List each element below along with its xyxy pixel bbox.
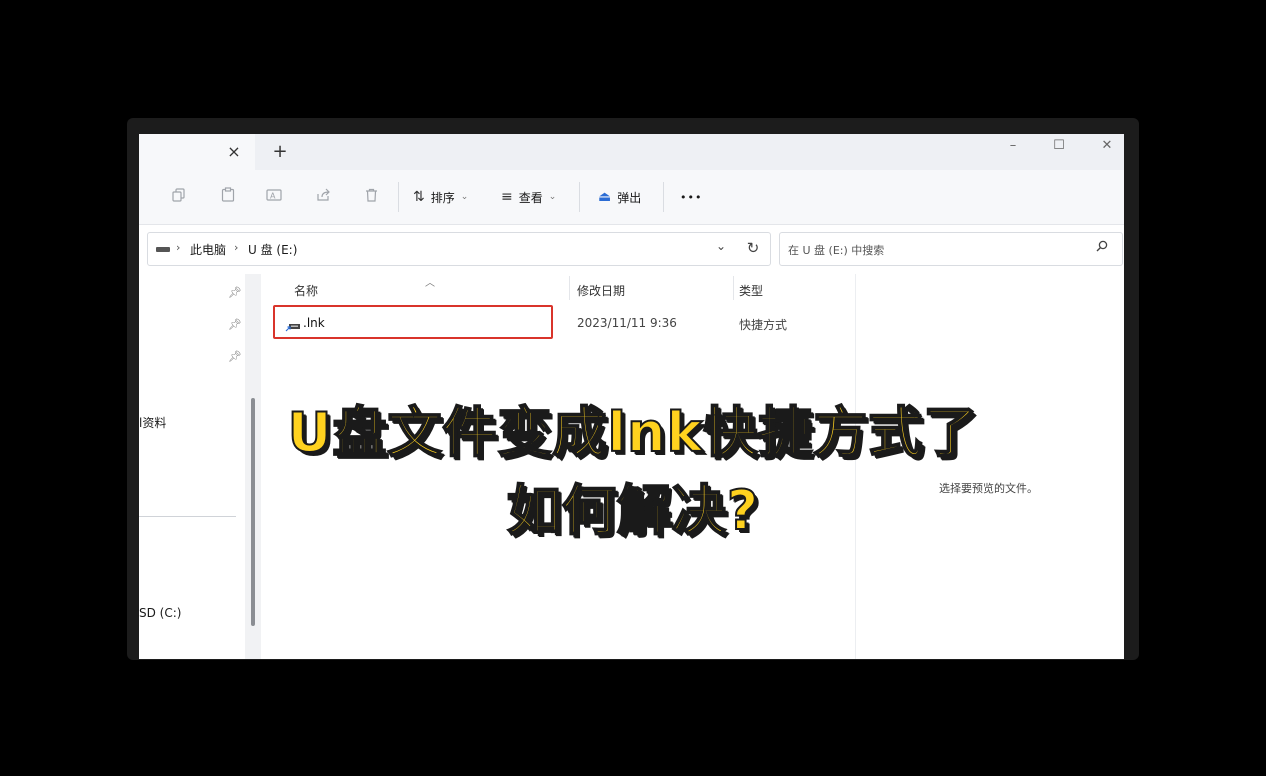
sort-icon: ⇅ [413, 189, 425, 205]
chevron-down-icon: ⌄ [548, 192, 557, 202]
nav-item-drive-c[interactable]: SD (C:) [139, 606, 181, 620]
new-tab-icon[interactable]: + [271, 143, 289, 161]
caption-line-1: U盘文件变成lnk快捷方式了 [287, 400, 979, 465]
highlight-box [273, 305, 553, 339]
pin-icon[interactable]: 📌︎ [228, 350, 242, 363]
command-bar: A ⇅ 排序 ⌄ ≡ 查看 ⌄ ⏏ 弹出 ••• [139, 170, 1124, 225]
more-options-button[interactable]: ••• [680, 184, 702, 210]
file-date: 2023/11/11 9:36 [577, 316, 677, 330]
paste-icon[interactable] [217, 186, 239, 208]
view-button[interactable]: ≡ 查看 ⌄ [501, 184, 556, 210]
caption-line-2: 如何解决? [506, 478, 760, 543]
column-divider [733, 276, 734, 300]
toolbar-divider [663, 182, 664, 212]
breadcrumb-this-pc[interactable]: 此电脑 [190, 241, 226, 258]
chevron-down-icon: ⌄ [460, 192, 469, 202]
drive-icon [156, 247, 170, 252]
svg-text:A: A [270, 192, 276, 201]
view-list-icon: ≡ [501, 189, 513, 205]
eject-label: 弹出 [617, 190, 642, 205]
breadcrumb-separator: › [176, 241, 181, 254]
copy-icon[interactable] [168, 186, 190, 208]
pin-icon[interactable]: 📌︎ [228, 286, 242, 299]
delete-icon[interactable] [360, 186, 382, 208]
sort-button[interactable]: ⇅ 排序 ⌄ [413, 184, 468, 210]
minimize-icon[interactable]: – [999, 136, 1027, 156]
share-icon[interactable] [312, 186, 334, 208]
breadcrumb-usb-drive[interactable]: U 盘 (E:) [248, 241, 297, 258]
refresh-icon[interactable]: ↻ [743, 238, 763, 258]
column-header-name[interactable]: 名称 [294, 282, 318, 299]
close-window-icon[interactable]: ✕ [1093, 136, 1121, 156]
eject-button[interactable]: ⏏ 弹出 [598, 184, 641, 210]
column-header-type[interactable]: 类型 [739, 282, 763, 299]
chevron-down-icon[interactable]: ⌄ [716, 239, 726, 253]
search-icon[interactable] [1096, 240, 1108, 256]
rename-icon[interactable]: A [263, 186, 285, 208]
sort-label: 排序 [430, 190, 455, 205]
tab-close-icon[interactable]: × [225, 143, 243, 161]
eject-icon: ⏏ [598, 189, 612, 205]
search-box[interactable]: 在 U 盘 (E:) 中搜索 [779, 232, 1123, 266]
view-label: 查看 [518, 190, 543, 205]
toolbar-divider [579, 182, 580, 212]
sort-ascending-icon: ︿ [425, 278, 435, 289]
address-bar[interactable]: › 此电脑 › U 盘 (E:) ⌄ [147, 232, 771, 266]
maximize-icon[interactable]: ☐ [1045, 136, 1073, 156]
search-input[interactable]: 在 U 盘 (E:) 中搜索 [788, 242, 884, 258]
toolbar-divider [398, 182, 399, 212]
file-type: 快捷方式 [739, 318, 788, 332]
pin-icon[interactable]: 📌︎ [228, 318, 242, 331]
column-header-date[interactable]: 修改日期 [577, 282, 625, 299]
column-divider [569, 276, 570, 300]
breadcrumb-separator: › [234, 241, 239, 254]
